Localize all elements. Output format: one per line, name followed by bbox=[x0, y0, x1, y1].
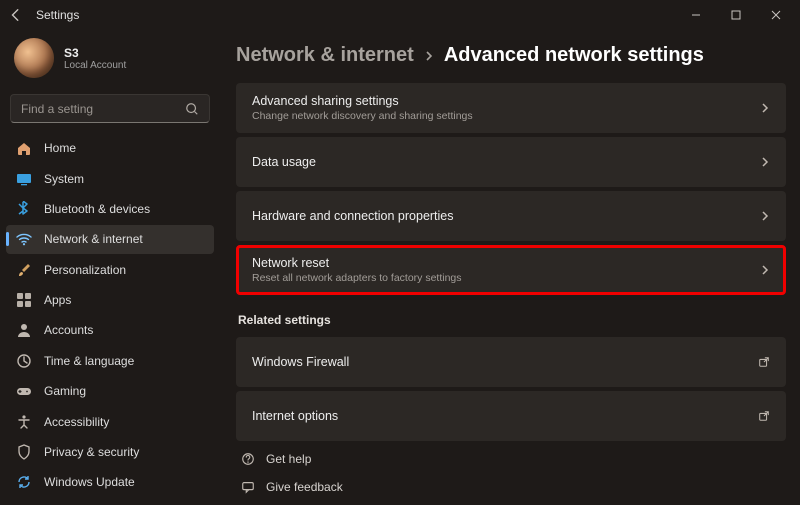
system-icon bbox=[16, 171, 32, 187]
search-input[interactable]: Find a setting bbox=[10, 94, 210, 123]
bluetooth-icon bbox=[16, 201, 32, 217]
sidebar-item-apps[interactable]: Apps bbox=[6, 285, 214, 314]
sidebar-item-label: Privacy & security bbox=[44, 445, 139, 459]
window-title: Settings bbox=[36, 8, 79, 22]
sidebar-item-gaming[interactable]: Gaming bbox=[6, 376, 214, 405]
chevron-right-icon bbox=[760, 157, 770, 167]
person-icon bbox=[16, 322, 32, 338]
feedback-icon bbox=[240, 479, 256, 495]
close-button[interactable] bbox=[756, 0, 796, 30]
card-windows-firewall[interactable]: Windows Firewall bbox=[236, 337, 786, 387]
link-give-feedback[interactable]: Give feedback bbox=[236, 473, 786, 501]
sidebar-item-bluetooth[interactable]: Bluetooth & devices bbox=[6, 194, 214, 223]
card-sub: Reset all network adapters to factory se… bbox=[252, 272, 760, 284]
search-icon bbox=[185, 102, 199, 116]
avatar bbox=[14, 38, 54, 78]
card-data-usage[interactable]: Data usage bbox=[236, 137, 786, 187]
external-link-icon bbox=[758, 356, 770, 368]
card-sub: Change network discovery and sharing set… bbox=[252, 110, 760, 122]
account-sub: Local Account bbox=[64, 60, 126, 71]
section-heading-related: Related settings bbox=[238, 313, 786, 327]
sidebar: S3 Local Account Find a setting Home Sys… bbox=[0, 30, 220, 505]
sidebar-item-label: Gaming bbox=[44, 384, 86, 398]
sidebar-item-accessibility[interactable]: Accessibility bbox=[6, 407, 214, 436]
chevron-right-icon bbox=[760, 211, 770, 221]
apps-icon bbox=[16, 292, 32, 308]
chevron-right-icon bbox=[760, 265, 770, 275]
sidebar-item-system[interactable]: System bbox=[6, 164, 214, 193]
sidebar-item-label: System bbox=[44, 172, 84, 186]
maximize-button[interactable] bbox=[716, 0, 756, 30]
help-icon bbox=[240, 451, 256, 467]
sidebar-item-privacy[interactable]: Privacy & security bbox=[6, 437, 214, 466]
chevron-right-icon bbox=[424, 51, 434, 61]
card-title: Advanced sharing settings bbox=[252, 94, 760, 108]
link-label: Get help bbox=[266, 452, 311, 466]
update-icon bbox=[16, 474, 32, 490]
home-icon bbox=[16, 140, 32, 156]
breadcrumb: Network & internet Advanced network sett… bbox=[236, 44, 786, 67]
sidebar-item-time[interactable]: Time & language bbox=[6, 346, 214, 375]
card-title: Network reset bbox=[252, 256, 760, 270]
sidebar-item-label: Apps bbox=[44, 293, 71, 307]
card-internet-options[interactable]: Internet options bbox=[236, 391, 786, 441]
chevron-right-icon bbox=[760, 103, 770, 113]
gamepad-icon bbox=[16, 383, 32, 399]
shield-icon bbox=[16, 444, 32, 460]
account-name: S3 bbox=[64, 46, 126, 60]
card-title: Internet options bbox=[252, 409, 758, 423]
sidebar-item-label: Accounts bbox=[44, 323, 93, 337]
sidebar-item-label: Time & language bbox=[44, 354, 134, 368]
sidebar-item-accounts[interactable]: Accounts bbox=[6, 316, 214, 345]
clock-icon bbox=[16, 353, 32, 369]
sidebar-item-personalization[interactable]: Personalization bbox=[6, 255, 214, 284]
card-advanced-sharing[interactable]: Advanced sharing settings Change network… bbox=[236, 83, 786, 133]
sidebar-item-label: Home bbox=[44, 141, 76, 155]
wifi-icon bbox=[16, 231, 32, 247]
minimize-button[interactable] bbox=[676, 0, 716, 30]
card-title: Windows Firewall bbox=[252, 355, 758, 369]
sidebar-item-label: Bluetooth & devices bbox=[44, 202, 150, 216]
external-link-icon bbox=[758, 410, 770, 422]
back-button[interactable] bbox=[4, 3, 28, 27]
search-placeholder: Find a setting bbox=[21, 102, 185, 116]
card-hardware-properties[interactable]: Hardware and connection properties bbox=[236, 191, 786, 241]
sidebar-item-update[interactable]: Windows Update bbox=[6, 468, 214, 497]
sidebar-item-label: Network & internet bbox=[44, 232, 143, 246]
nav-list: Home System Bluetooth & devices Network … bbox=[0, 133, 220, 497]
sidebar-item-label: Personalization bbox=[44, 263, 126, 277]
accessibility-icon bbox=[16, 414, 32, 430]
sidebar-item-network[interactable]: Network & internet bbox=[6, 225, 214, 254]
titlebar: Settings bbox=[0, 0, 800, 30]
link-get-help[interactable]: Get help bbox=[236, 445, 786, 473]
link-label: Give feedback bbox=[266, 480, 343, 494]
card-title: Hardware and connection properties bbox=[252, 209, 760, 223]
sidebar-item-home[interactable]: Home bbox=[6, 133, 214, 162]
account-block[interactable]: S3 Local Account bbox=[0, 30, 220, 90]
sidebar-item-label: Windows Update bbox=[44, 475, 135, 489]
main-content: Network & internet Advanced network sett… bbox=[220, 30, 800, 505]
sidebar-item-label: Accessibility bbox=[44, 415, 109, 429]
card-title: Data usage bbox=[252, 155, 760, 169]
brush-icon bbox=[16, 262, 32, 278]
breadcrumb-parent[interactable]: Network & internet bbox=[236, 44, 414, 67]
page-title: Advanced network settings bbox=[444, 44, 704, 67]
card-network-reset[interactable]: Network reset Reset all network adapters… bbox=[236, 245, 786, 295]
